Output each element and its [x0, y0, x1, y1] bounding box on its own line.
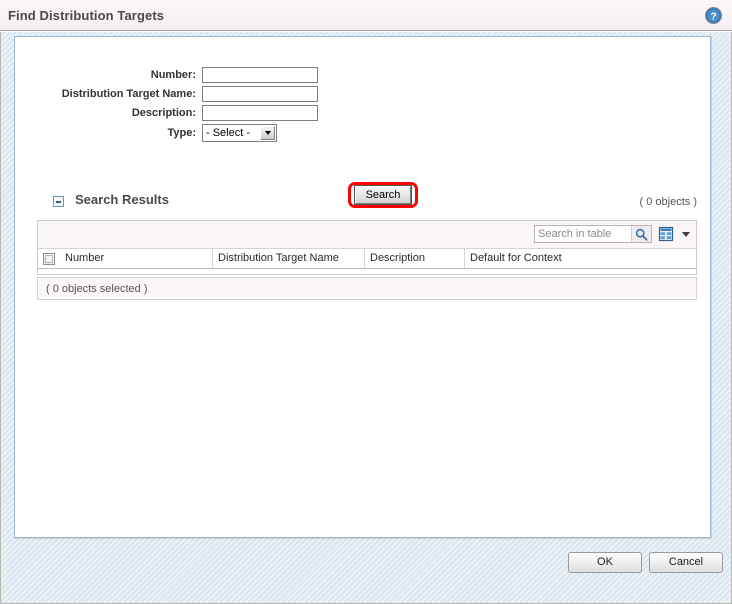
chevron-down-icon	[681, 232, 690, 237]
select-all-checkbox-cell[interactable]	[38, 249, 60, 268]
search-criteria-form: Number: Distribution Target Name: Descri…	[15, 67, 712, 145]
ok-button[interactable]: OK	[568, 552, 642, 573]
type-select-value: - Select -	[206, 127, 251, 139]
help-question-icon[interactable]: ?	[705, 7, 722, 24]
minus-glyph	[56, 201, 61, 203]
label-type: Type:	[167, 127, 196, 139]
search-results-title: Search Results	[75, 192, 169, 207]
type-select-arrow-button[interactable]	[260, 126, 275, 140]
table-grid-icon[interactable]	[658, 226, 674, 242]
description-input[interactable]	[202, 105, 318, 121]
form-row-type: Type: - Select -	[15, 124, 712, 142]
table-search-field[interactable]	[534, 225, 652, 243]
selected-objects-bar: ( 0 objects selected )	[37, 277, 697, 300]
cancel-button[interactable]: Cancel	[649, 552, 723, 573]
type-select[interactable]: - Select -	[202, 124, 277, 142]
label-description: Description:	[131, 107, 196, 119]
search-results-section: Search Results ( 0 objects ) Search in t…	[37, 192, 697, 275]
dialog-title: Find Distribution Targets	[8, 8, 165, 23]
number-input[interactable]	[202, 67, 318, 83]
table-options-chevron-down-icon[interactable]	[681, 231, 690, 238]
column-header-description[interactable]: Description	[364, 249, 464, 268]
distribution-target-name-input[interactable]	[202, 86, 318, 102]
magnifier-icon[interactable]	[631, 226, 651, 242]
column-header-default-for-context[interactable]: Default for Context	[464, 249, 696, 268]
selected-objects-label: ( 0 objects selected )	[46, 282, 148, 295]
form-row-description: Description:	[15, 105, 712, 121]
table-toolbar	[38, 221, 696, 249]
form-row-number: Number:	[15, 67, 712, 83]
label-number: Number:	[150, 69, 196, 81]
column-header-number[interactable]: Number	[60, 249, 212, 268]
collapse-minus-icon[interactable]	[53, 196, 64, 207]
column-header-distribution-target-name[interactable]: Distribution Target Name	[212, 249, 364, 268]
table-header-row: Number Distribution Target Name Descript…	[38, 249, 696, 269]
results-table: Number Distribution Target Name Descript…	[37, 220, 697, 275]
find-distribution-targets-dialog: Find Distribution Targets ? Number: Dist…	[0, 0, 732, 604]
content-panel: Number: Distribution Target Name: Descri…	[14, 36, 711, 538]
select-all-checkbox[interactable]	[43, 252, 55, 265]
svg-text:?: ?	[710, 11, 716, 22]
search-in-table-input[interactable]	[535, 226, 631, 242]
search-results-header: Search Results ( 0 objects )	[37, 192, 697, 214]
form-row-distribution-target-name: Distribution Target Name:	[15, 86, 712, 102]
dialog-titlebar: Find Distribution Targets ?	[0, 0, 732, 31]
table-body-empty	[38, 269, 696, 274]
label-distribution-target-name: Distribution Target Name:	[61, 88, 196, 100]
object-count-label: ( 0 objects )	[639, 196, 697, 208]
chevron-down-icon	[264, 131, 271, 135]
